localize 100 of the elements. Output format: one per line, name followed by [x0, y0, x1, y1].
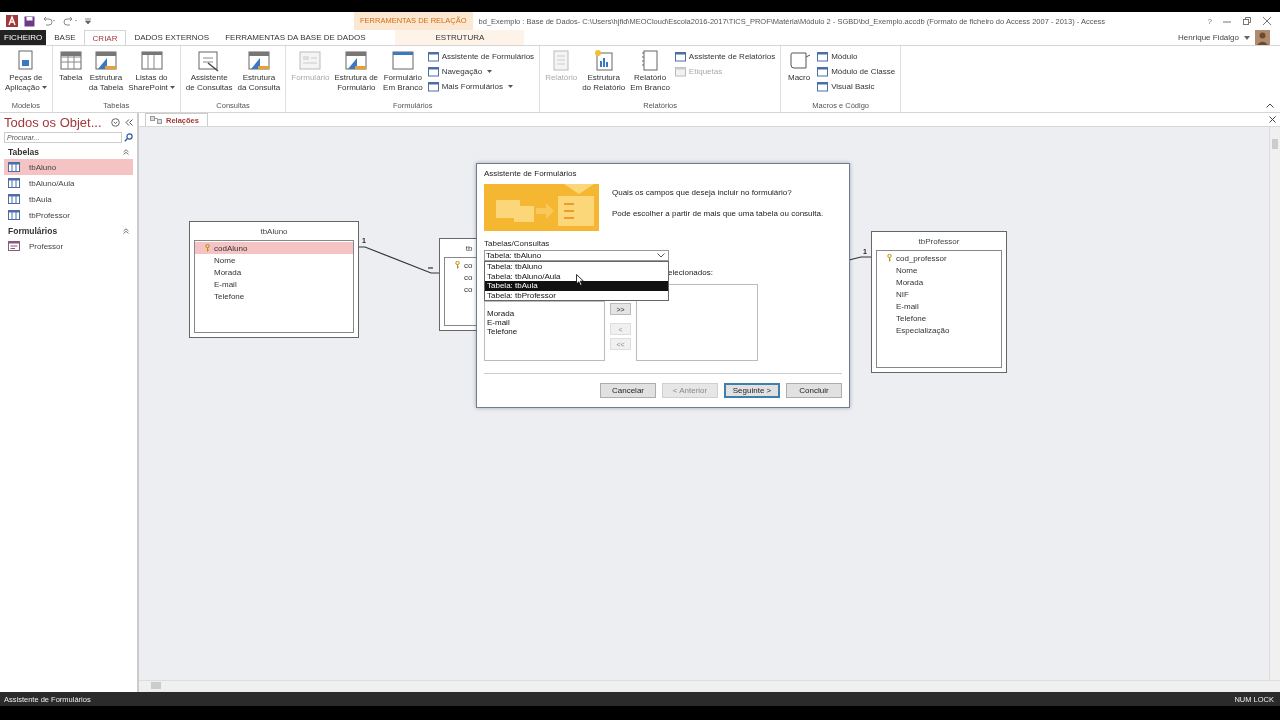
- caret-icon[interactable]: [1244, 35, 1250, 40]
- collapse-icon[interactable]: [123, 149, 129, 155]
- dialog-button[interactable]: Cancelar: [600, 383, 656, 398]
- caret-icon: [169, 86, 175, 90]
- ribbon-button[interactable]: Visual Basic: [815, 80, 898, 93]
- window-icon: [817, 51, 829, 62]
- file-tab[interactable]: FICHEIRO: [0, 30, 47, 45]
- pane-title[interactable]: Todos os Objet...: [4, 115, 102, 130]
- field-item[interactable]: Morada: [877, 276, 1001, 288]
- ribbon-button[interactable]: Estrutura da Consulta: [235, 48, 283, 101]
- table-design-icon: [343, 49, 370, 73]
- field-item[interactable]: codAluno: [195, 242, 353, 254]
- field-item[interactable]: Telefone: [195, 290, 353, 302]
- window-icon: [674, 51, 686, 62]
- field-item[interactable]: NIF: [877, 288, 1001, 300]
- caret-icon: [41, 86, 47, 90]
- field-item[interactable]: E-mail: [195, 278, 353, 290]
- table-design-icon: [92, 49, 119, 73]
- window-icon: [817, 81, 829, 92]
- nav-item[interactable]: tbProfessor: [4, 207, 133, 223]
- table-window[interactable]: tbAluno codAluno Nome Morada E-mail Telefone: [189, 221, 359, 338]
- field-item[interactable]: Nome: [877, 264, 1001, 276]
- ribbon-button[interactable]: Relatório Em Branco: [628, 48, 672, 101]
- ribbon-button[interactable]: Peças de Aplicação: [3, 48, 49, 101]
- ribbon-button[interactable]: Assistente de Consultas: [183, 48, 235, 101]
- ribbon-tab[interactable]: CRIAR: [83, 30, 127, 45]
- nav-item[interactable]: tbAluno/Aula: [4, 175, 133, 191]
- blank-form-icon: [389, 49, 416, 73]
- nav-item[interactable]: tbAula: [4, 191, 133, 207]
- ribbon-tab[interactable]: FERRAMENTAS DA BASE DE DADOS: [217, 30, 374, 45]
- ribbon-button[interactable]: Assistente de Relatórios: [672, 50, 778, 63]
- vertical-scrollbar[interactable]: [1269, 127, 1280, 680]
- horizontal-scrollbar[interactable]: [139, 680, 1280, 690]
- window-icon: [427, 81, 439, 92]
- field-item[interactable]: E-mail: [877, 300, 1001, 312]
- ribbon-tab[interactable]: DADOS EXTERNOS: [126, 30, 218, 45]
- nav-item[interactable]: tbAluno: [4, 159, 133, 175]
- field-item[interactable]: cod_professor: [877, 252, 1001, 264]
- hint-text: Pode escolher a partir de mais que uma tabela ou consulta.: [612, 209, 824, 218]
- mouse-cursor-icon: [576, 274, 584, 286]
- table-icon: [8, 178, 20, 188]
- ribbon-button[interactable]: Módulo: [815, 50, 898, 63]
- ribbon-button[interactable]: Módulo de Classe: [815, 65, 898, 78]
- help-button[interactable]: ?: [1207, 16, 1212, 26]
- user-name[interactable]: Henrique Fidalgo: [1178, 33, 1239, 42]
- group-header[interactable]: Tabelas: [8, 147, 40, 157]
- selected-fields-list[interactable]: [636, 284, 758, 361]
- table-icon: [8, 210, 20, 220]
- ribbon-button[interactable]: Listas do SharePoint: [126, 48, 177, 101]
- ribbon-button[interactable]: Estrutura de Formulário: [332, 48, 381, 101]
- collapse-icon[interactable]: [123, 228, 129, 234]
- dialog-button[interactable]: Seguinte >: [724, 383, 780, 398]
- form-icon: [8, 241, 20, 251]
- nav-item[interactable]: Professor: [4, 238, 133, 254]
- window-icon: [674, 66, 686, 77]
- ribbon-button[interactable]: Assistente de Formulários: [425, 50, 537, 63]
- collapse-pane-icon[interactable]: [125, 119, 133, 126]
- ribbon-button[interactable]: Tabela: [55, 48, 86, 101]
- ribbon-button[interactable]: Navegação: [425, 65, 537, 78]
- table-combo-box[interactable]: Tabela: tbAluno: [484, 250, 669, 261]
- ribbon-button[interactable]: Estrutura da Tabela: [86, 48, 126, 101]
- ribbon-button[interactable]: Formulário Em Branco: [381, 48, 425, 101]
- table-window[interactable]: tbProfessor cod_professor Nome Morada NIF E-mail Telefone Especialização: [871, 231, 1007, 373]
- relationship-line: [848, 256, 872, 261]
- table-icon: [57, 49, 84, 73]
- question-text: Quais os campos que deseja incluir no formulário?: [612, 188, 793, 197]
- ribbon-tab[interactable]: ESTRUTURA: [395, 30, 525, 45]
- group-header[interactable]: Formulários: [8, 226, 58, 236]
- redo-icon[interactable]: [63, 16, 79, 26]
- ribbon-tab[interactable]: BASE: [46, 30, 84, 45]
- save-icon[interactable]: [24, 15, 35, 27]
- field-item[interactable]: Morada: [195, 266, 353, 278]
- close-icon[interactable]: [1262, 16, 1272, 26]
- dialog-button[interactable]: Concluir: [786, 383, 842, 398]
- undo-icon[interactable]: [41, 16, 57, 26]
- ribbon-button[interactable]: Mais Formulários: [425, 80, 537, 93]
- caret-icon: [487, 70, 493, 73]
- dialog-title: Assistente de Formulários: [484, 168, 578, 180]
- ribbon-button[interactable]: Macro: [784, 48, 815, 101]
- dropdown-icon[interactable]: [111, 118, 120, 127]
- search-icon[interactable]: [124, 133, 133, 142]
- relationships-icon: [150, 116, 162, 124]
- restore-icon[interactable]: [1242, 16, 1252, 26]
- dropdown-option[interactable]: Tabela: tbAula: [485, 281, 668, 291]
- collapse-ribbon-icon[interactable]: [1266, 103, 1274, 108]
- access-logo-icon[interactable]: [6, 15, 18, 27]
- field-item[interactable]: Especialização: [877, 324, 1001, 336]
- available-fields-list[interactable]: Morada E-mail Telefone: [484, 301, 605, 361]
- field-item[interactable]: Nome: [195, 254, 353, 266]
- window-icon: [817, 66, 829, 77]
- table-title: tbAluno: [259, 226, 289, 238]
- close-icon[interactable]: [1269, 116, 1276, 123]
- avatar-icon[interactable]: [1255, 30, 1270, 45]
- form-icon: [297, 49, 324, 73]
- ribbon-button[interactable]: Estrutura do Relatório: [580, 48, 628, 101]
- field-label: elecionados:: [667, 268, 714, 277]
- table-icon: [8, 162, 20, 172]
- window-icon: [427, 51, 439, 62]
- field-item[interactable]: Telefone: [877, 312, 1001, 324]
- customize-icon[interactable]: [85, 17, 91, 25]
